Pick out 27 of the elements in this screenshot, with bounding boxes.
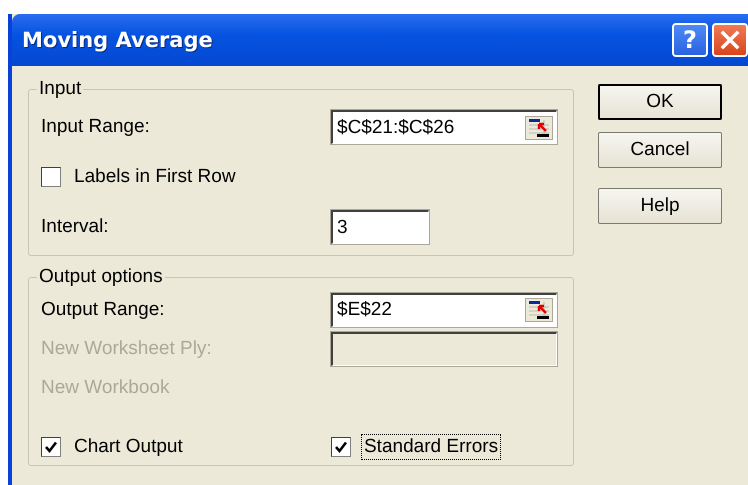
checkbox-label: Standard Errors [361,434,502,460]
dialog-button[interactable]: Cancel [598,132,722,168]
checkmark-icon [44,440,58,454]
group-title: Output options [38,266,164,288]
help-button[interactable]: ? [672,23,708,57]
dialog-button[interactable]: Help [598,188,722,224]
group-title: Input [38,78,82,100]
dialog-button[interactable]: OK [598,84,722,120]
input-field[interactable]: $E$22 [331,292,557,326]
field-label: New Workbook [41,376,170,398]
window-title: Moving Average [22,28,213,52]
checkbox-label: Chart Output [73,435,184,459]
field-label: Output Range: [41,298,166,320]
checkmark-icon [334,440,348,454]
close-icon [719,29,741,51]
input-field[interactable]: 3 [331,210,429,244]
field-label: Input Range: [41,116,151,138]
range-picker-icon[interactable] [525,116,553,140]
checkbox[interactable] [331,437,351,457]
checkbox[interactable] [41,437,61,457]
close-button[interactable] [712,23,748,57]
field-label: New Worksheet Ply: [41,338,213,360]
checkbox-label: Labels in First Row [73,165,237,189]
range-picker-icon[interactable] [525,298,553,322]
field-label: Interval: [41,216,110,238]
checkbox[interactable] [41,167,61,187]
input-field[interactable]: $C$21:$C$26 [331,110,557,144]
